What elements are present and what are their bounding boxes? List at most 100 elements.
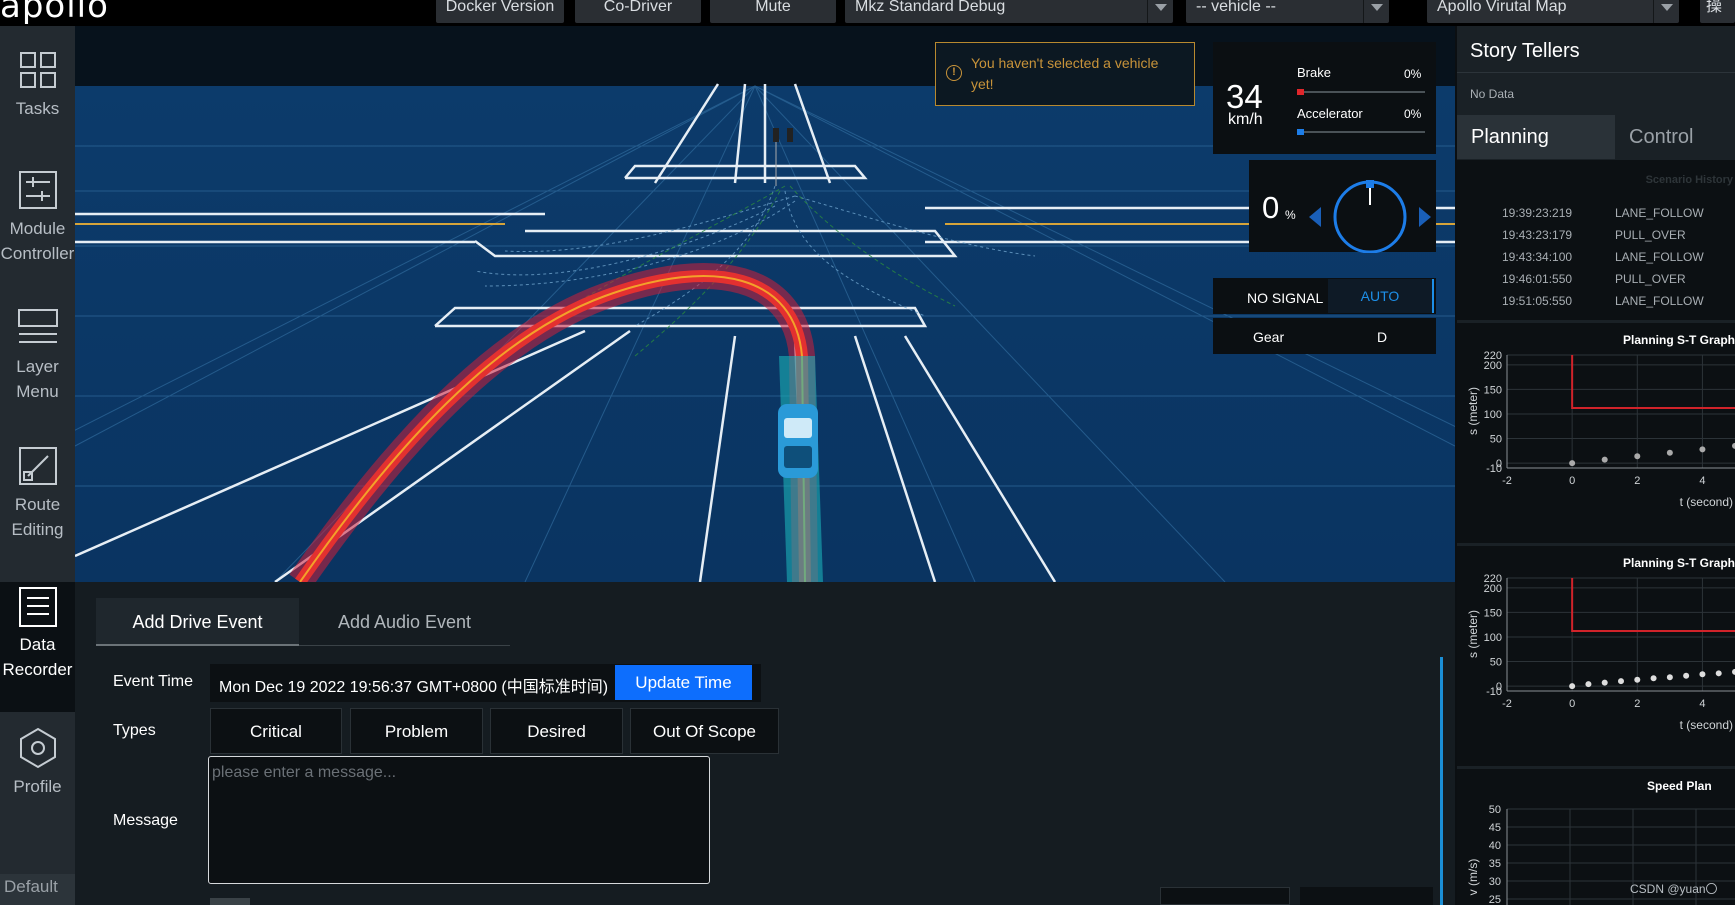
gear-panel [1213,318,1436,354]
scenario-name: PULL_OVER [1615,228,1686,242]
scenario-name: PULL_OVER [1615,272,1686,286]
st-boundary-line [1571,355,1735,410]
chevron-down-icon [1653,0,1679,23]
extra-button[interactable]: 操 [1700,0,1735,23]
mode-select[interactable]: Mkz Standard Debug [845,0,1173,23]
st-point [1715,670,1722,677]
submit-button[interactable] [1300,887,1433,905]
brake-value: 0% [1404,67,1422,81]
nav-tasks[interactable]: Tasks [0,48,75,158]
nav-profile[interactable]: Profile [0,726,75,826]
st-point [1650,675,1657,682]
nav-data-recorder[interactable]: Data Recorder [0,582,75,712]
st-point [1699,671,1706,678]
docker-version-button[interactable]: Docker Version [436,0,564,23]
type-out-of-scope-button[interactable]: Out Of Scope [630,708,779,754]
brake-bar [1297,89,1425,95]
type-critical-button[interactable]: Critical [210,708,342,754]
warning-icon: ! [946,65,962,81]
accelerator-value: 0% [1404,107,1422,121]
vehicle-select[interactable]: -- vehicle -- [1186,0,1389,23]
st-graph-1-plot: -2 0 2 4220200150100500-10t (second)s (mete… [1466,350,1735,509]
recorder-scrollbar[interactable] [1440,657,1443,905]
watermark: CSDN @yuan〇 [1630,882,1718,896]
scenario-time: 19:46:01:550 [1502,272,1573,286]
nav-module-controller[interactable]: Module Controller [0,168,75,298]
st-point [1601,456,1608,463]
y-tick-label: 150 [1484,607,1502,619]
message-label: Message [113,812,178,829]
st-point [1601,679,1608,686]
y-tick-label: 200 [1484,360,1502,372]
nav-data-label-1: Data [19,635,56,654]
vehicle-warning-text: You haven't selected a vehicle yet! [971,55,1159,92]
vehicle-warning: ! You haven't selected a vehicle yet! [935,42,1195,106]
st-point [1666,449,1673,456]
mute-button[interactable]: Mute [710,0,836,23]
route-editing-icon [18,447,57,485]
x-tick-label: 2 [1634,698,1640,710]
update-time-button[interactable]: Update Time [615,665,752,700]
grid-icon [19,52,56,88]
event-time-value: Mon Dec 19 2022 19:56:37 GMT+0800 (中国标准时… [219,679,609,696]
gear-label: Gear [1253,329,1285,345]
y-tick-label: 35 [1489,858,1501,870]
tab-planning[interactable]: Planning [1457,115,1615,159]
nav-tasks-label: Tasks [15,99,60,118]
x-tick-label: 4 [1699,698,1705,710]
cancel-button[interactable] [1160,887,1290,905]
nav-layer-label-1: Layer [16,357,59,376]
x-tick-label: 2 [1634,475,1640,487]
co-driver-button[interactable]: Co-Driver [575,0,701,23]
map-select[interactable]: Apollo Virutal Map [1427,0,1679,23]
type-desired-button[interactable]: Desired [490,708,623,754]
divider [1457,72,1735,73]
layer-menu-icon [17,309,58,343]
nav-route-editing[interactable]: Route Editing [0,444,75,574]
apollo-logo: apollo [0,0,109,26]
y-tick-label: 100 [1484,632,1502,644]
types-label: Types [113,722,156,739]
toggle-switch[interactable] [210,898,250,905]
y-tick-label: -10 [1486,686,1502,698]
nav-route-label-2: Editing [11,520,64,539]
st-graph-2: Planning S-T Graph -2 0 2 4 220 200 150 100 50 0-… [1457,546,1735,766]
x-tick-label: 4 [1699,475,1705,487]
st-point [1683,672,1690,679]
x-tick-label: -2 [1502,475,1512,487]
scenario-name: LANE_FOLLOW [1615,294,1704,308]
accelerator-bar-fill [1297,129,1304,135]
st-point [1699,446,1706,453]
scenario-name: LANE_FOLLOW [1615,250,1704,264]
type-problem-button[interactable]: Problem [350,708,483,754]
tab-add-audio-event[interactable]: Add Audio Event [299,598,510,646]
message-placeholder: please enter a message... [212,764,397,781]
tab-add-drive-event[interactable]: Add Drive Event [96,598,299,646]
brake-label: Brake [1297,65,1331,80]
st-point [1618,678,1624,685]
st-point [1585,681,1592,688]
scenario-name: LANE_FOLLOW [1615,206,1704,220]
y-tick-label: 45 [1489,822,1501,834]
nav-route-label-1: Route [14,495,61,514]
scenario-time: 19:43:23:179 [1502,228,1573,242]
accelerator-bar [1297,129,1425,135]
extra-button-label: 操 [1706,0,1723,15]
x-tick-label: -2 [1502,698,1512,710]
gear-value: D [1377,329,1388,345]
nav-layer-menu[interactable]: Layer Menu [0,306,75,436]
y-tick-label: 40 [1489,840,1501,852]
default-button[interactable]: Default [0,874,75,905]
tab-control[interactable]: Control [1615,115,1735,159]
nav-profile-label: Profile [13,777,62,796]
story-tellers-title: Story Tellers [1470,40,1580,62]
st-point [1569,460,1576,467]
chevron-down-icon [1363,0,1389,23]
st-graph-2-plot: -2 0 2 4220200150100500-10t (second)s (mete… [1466,573,1735,732]
x-axis-label: t (second) [1680,495,1733,509]
y-axis-label: s (meter) [1466,387,1480,435]
message-input[interactable]: please enter a message... [208,756,710,884]
y-axis-label: s (meter) [1466,610,1480,658]
scenario-history-title: Scenario History [1645,174,1733,186]
module-controller-icon [18,171,57,209]
